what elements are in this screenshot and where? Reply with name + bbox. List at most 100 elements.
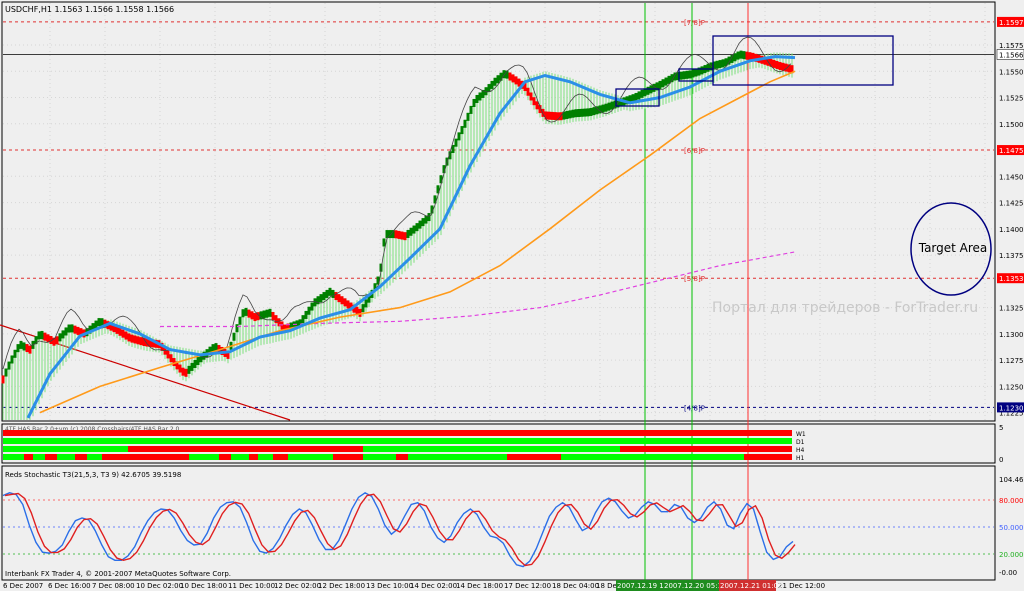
signal-segment bbox=[771, 454, 774, 460]
signal-segment bbox=[693, 454, 696, 460]
signal-segment bbox=[225, 454, 228, 460]
bull-bar bbox=[610, 101, 614, 110]
bull-bar bbox=[496, 75, 500, 84]
signal-segment bbox=[708, 454, 711, 460]
murrey-level-label: [6/8]P bbox=[684, 147, 705, 155]
signal-segment bbox=[54, 454, 57, 460]
signal-segment bbox=[336, 454, 339, 460]
signal-segment bbox=[477, 454, 480, 460]
bull-bar bbox=[688, 70, 692, 79]
signal-segment bbox=[288, 454, 291, 460]
bull-bar bbox=[187, 365, 191, 374]
signal-segment bbox=[114, 454, 117, 460]
signal-segment bbox=[93, 454, 96, 460]
bear-bar bbox=[133, 335, 137, 344]
bull-bar bbox=[406, 229, 410, 238]
signal-segment bbox=[765, 454, 768, 460]
signal-segment bbox=[321, 454, 324, 460]
signal-segment bbox=[579, 454, 582, 460]
stochastic-title: Reds Stochastic T3(21,5,3, T3 9) 42.6705… bbox=[5, 471, 181, 479]
signal-segment bbox=[576, 454, 579, 460]
current-price-tag-text: 1.1566 bbox=[999, 51, 1024, 59]
bull-bar bbox=[4, 368, 8, 377]
bull-bar bbox=[700, 66, 704, 75]
bear-bar bbox=[55, 336, 59, 345]
signal-segment bbox=[12, 454, 15, 460]
signal-segment bbox=[147, 454, 150, 460]
bull-bar bbox=[466, 112, 470, 121]
signal-segment bbox=[663, 454, 666, 460]
signal-segment bbox=[363, 454, 366, 460]
signal-segment bbox=[3, 430, 792, 436]
signal-segment bbox=[126, 454, 129, 460]
signal-segment bbox=[273, 454, 276, 460]
signal-segment bbox=[180, 454, 183, 460]
bear-bar bbox=[169, 354, 173, 363]
signal-segment bbox=[282, 454, 285, 460]
bull-bar bbox=[706, 63, 710, 72]
bear-bar bbox=[340, 296, 344, 305]
signal-segment bbox=[42, 454, 45, 460]
bear-bar bbox=[748, 52, 752, 61]
signal-row-label: W1 bbox=[796, 431, 806, 438]
signal-segment bbox=[660, 454, 663, 460]
signal-segment bbox=[741, 454, 744, 460]
signal-segment bbox=[162, 454, 165, 460]
signal-segment bbox=[534, 454, 537, 460]
bear-bar bbox=[172, 358, 176, 367]
signal-segment bbox=[177, 454, 180, 460]
signal-segment bbox=[519, 454, 522, 460]
bull-bar bbox=[469, 105, 473, 114]
time-tick-label: 18 Dec 04:00 bbox=[552, 582, 599, 590]
usdchf-h1-chart[interactable]: [7/8]P [6/8]P [5/8]P [4/8]P Target Area Пор… bbox=[0, 0, 1024, 591]
signal-segment bbox=[399, 454, 402, 460]
bear-bar bbox=[73, 325, 77, 334]
bear-bar bbox=[517, 78, 521, 87]
signal-segment bbox=[24, 454, 27, 460]
signal-segment bbox=[174, 454, 177, 460]
signal-segment bbox=[108, 454, 111, 460]
bull-bar bbox=[67, 324, 71, 333]
signal-segment bbox=[237, 454, 240, 460]
bear-bar bbox=[250, 311, 254, 320]
signal-segment bbox=[285, 454, 288, 460]
time-tick-label: 7 Dec 08:00 bbox=[92, 582, 135, 590]
bear-bar bbox=[772, 59, 776, 68]
signal-segment bbox=[195, 454, 198, 460]
murrey-level-label: [4/8]P bbox=[684, 404, 705, 412]
signal-segment bbox=[507, 454, 510, 460]
bull-bar bbox=[361, 304, 365, 313]
bull-bar bbox=[739, 50, 743, 59]
signal-segment bbox=[597, 454, 600, 460]
signal-segment bbox=[684, 454, 687, 460]
signal-scale-top: 5 bbox=[999, 424, 1003, 432]
signal-segment bbox=[585, 454, 588, 460]
signal-segment bbox=[87, 454, 90, 460]
bull-bar bbox=[694, 68, 698, 77]
signal-segment bbox=[357, 454, 360, 460]
price-level-tag-text: 1.1353 bbox=[999, 275, 1024, 283]
signal-segment bbox=[120, 454, 123, 460]
signal-segment bbox=[657, 454, 660, 460]
bear-bar bbox=[343, 298, 347, 307]
price-tick-label: 1.1275 bbox=[999, 357, 1024, 365]
signal-segment bbox=[735, 454, 738, 460]
bull-bar bbox=[604, 103, 608, 112]
signal-segment bbox=[624, 454, 627, 460]
signal-bars: W1D1H4H1 bbox=[3, 430, 806, 462]
signal-segment bbox=[558, 454, 561, 460]
signal-segment bbox=[219, 454, 222, 460]
bull-bar bbox=[598, 105, 602, 114]
signal-segment bbox=[750, 454, 753, 460]
bull-bar bbox=[265, 309, 269, 318]
bull-bar bbox=[193, 359, 197, 368]
signal-segment bbox=[327, 454, 330, 460]
signal-segment bbox=[243, 454, 246, 460]
signal-segment bbox=[144, 454, 147, 460]
signal-segment bbox=[681, 454, 684, 460]
signal-segment bbox=[438, 454, 441, 460]
signal-segment bbox=[570, 454, 573, 460]
price-tick-label: 1.1450 bbox=[999, 173, 1024, 181]
signal-segment bbox=[510, 454, 513, 460]
bear-bar bbox=[745, 51, 749, 60]
